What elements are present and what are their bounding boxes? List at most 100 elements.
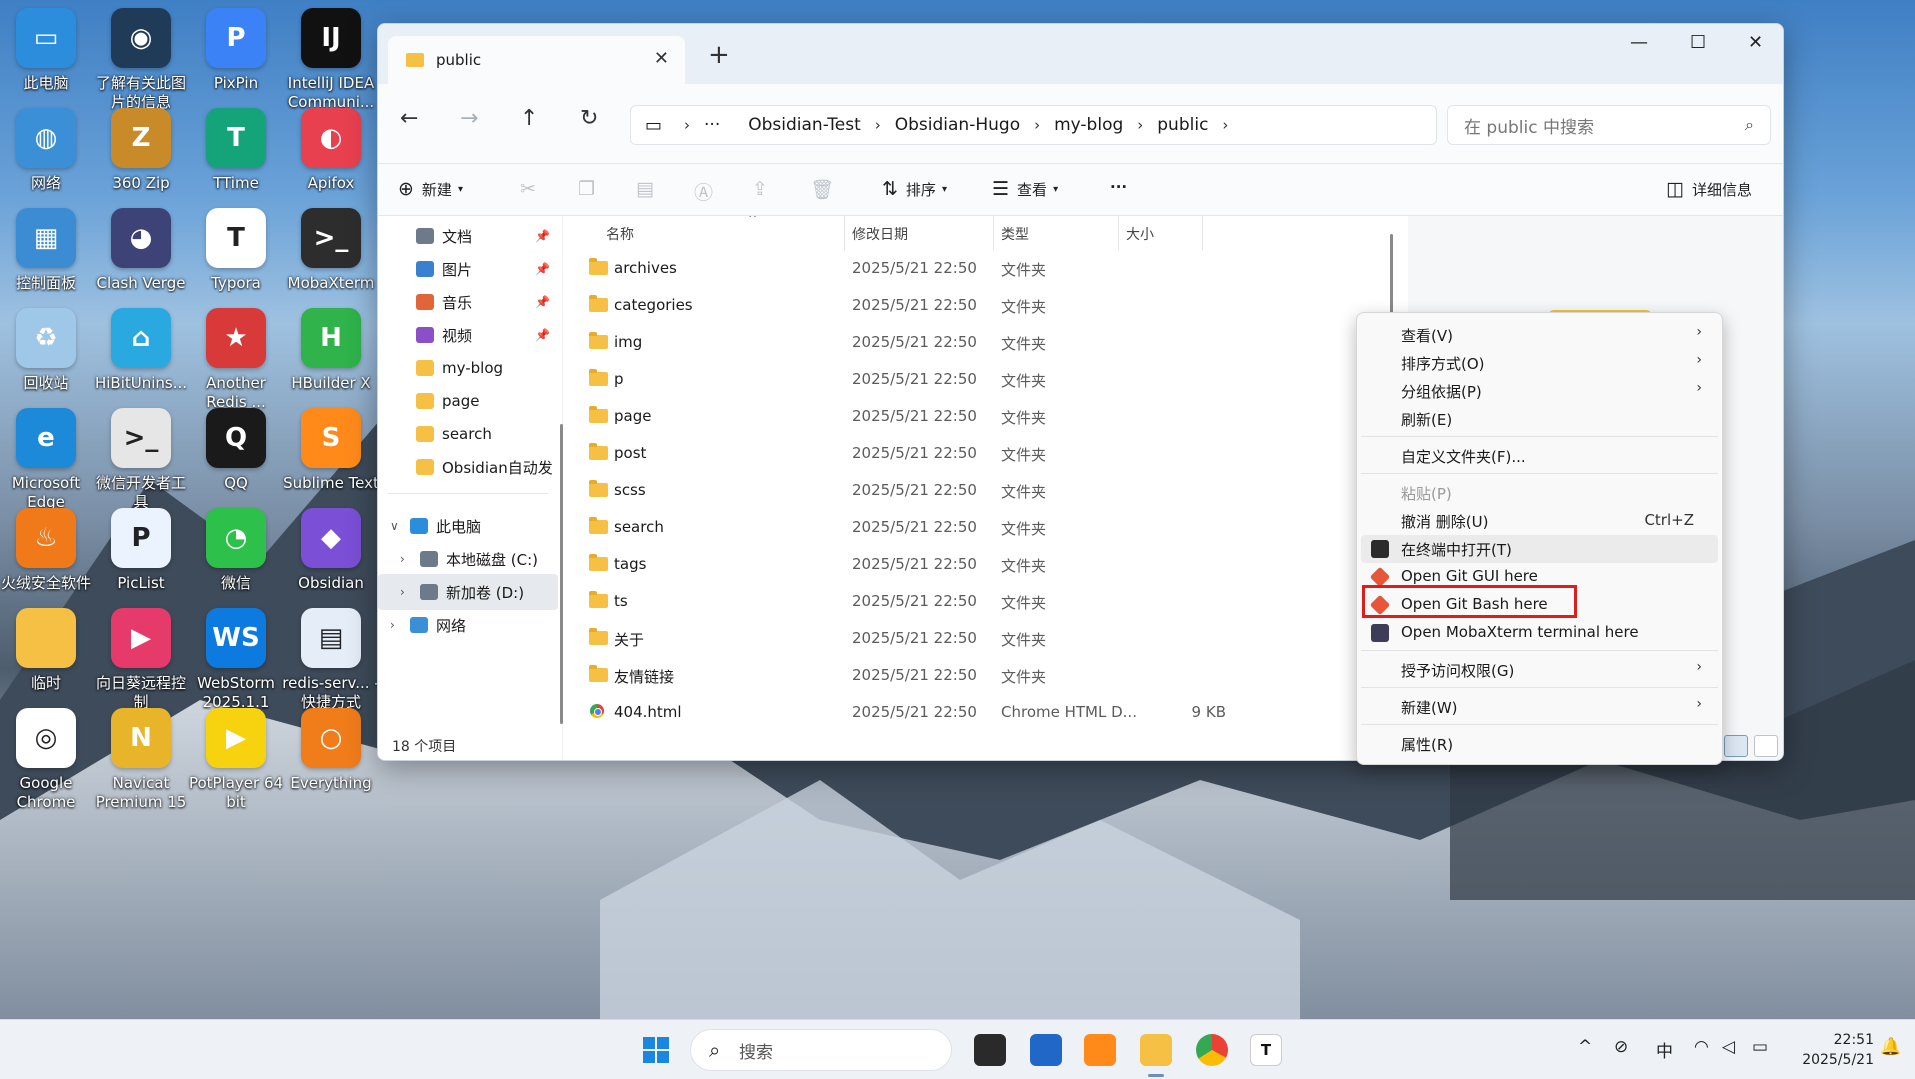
details-view-button[interactable] — [1724, 735, 1748, 757]
table-row[interactable]: 1743560735324174356073588.jpg2025/5/8 20… — [564, 731, 1394, 736]
desktop-icon[interactable]: Q QQ — [190, 408, 282, 518]
breadcrumb-separator[interactable]: › — [1222, 116, 1228, 134]
breadcrumb-ellipsis[interactable]: ··· — [704, 115, 720, 135]
desktop-icon[interactable]: ◐ Apifox — [285, 108, 377, 218]
ime-indicator[interactable]: 中 — [1656, 1037, 1673, 1062]
table-row[interactable]: 404.html 2025/5/21 22:50 Chrome HTML D... 9… — [564, 694, 1394, 731]
chrome-taskbar-icon[interactable] — [1196, 1034, 1228, 1066]
breadcrumb-segment[interactable]: Obsidian-Hugo — [895, 115, 1020, 135]
desktop-icon[interactable]: ◉ 了解有关此图片的信息 — [95, 8, 187, 118]
maximize-button[interactable]: ☐ — [1690, 32, 1706, 53]
desktop-icon[interactable]: ▶ 向日葵远程控制 — [95, 608, 187, 718]
cut-icon[interactable]: ✂ — [520, 178, 536, 200]
sidebar-item-drive-d[interactable]: › 新加卷 (D:) — [378, 574, 558, 610]
column-date[interactable]: 修改日期 — [852, 224, 908, 244]
more-options-button[interactable]: ··· — [1110, 178, 1127, 196]
menu-item[interactable]: 排序方式(O) › — [1361, 349, 1718, 377]
menu-item[interactable]: 授予访问权限(G) › — [1361, 656, 1718, 684]
desktop-icon[interactable]: ◍ 网络 — [0, 108, 92, 218]
sidebar-item[interactable]: 图片 📌 — [378, 251, 558, 287]
desktop-icon[interactable]: ◆ Obsidian — [285, 508, 377, 618]
search-input[interactable]: 在 public 中搜索 ⌕ — [1447, 105, 1771, 145]
table-row[interactable]: page 2025/5/21 22:50 文件夹 — [564, 398, 1394, 435]
details-pane-button[interactable]: ◫ 详细信息 — [1666, 178, 1752, 200]
close-button[interactable]: ✕ — [1748, 32, 1763, 53]
tab-close-icon[interactable]: ✕ — [654, 48, 669, 69]
desktop-icon[interactable]: ○ Everything — [285, 708, 377, 818]
copy-icon[interactable]: ❐ — [578, 178, 595, 200]
start-button[interactable] — [640, 1034, 672, 1066]
menu-item[interactable]: 自定义文件夹(F)... — [1361, 442, 1718, 470]
desktop-icon[interactable]: ◎ Google Chrome — [0, 708, 92, 818]
typora-taskbar-icon[interactable]: T — [1250, 1034, 1282, 1066]
desktop-icon[interactable]: ⌂ HiBitUnins... — [95, 308, 187, 418]
breadcrumb-segment[interactable]: my-blog — [1054, 115, 1123, 135]
desktop-icon[interactable]: ▤ redis-serv... - 快捷方式 — [282, 608, 380, 718]
table-row[interactable]: archives 2025/5/21 22:50 文件夹 — [564, 250, 1394, 287]
desktop-icon[interactable]: ◔ 微信 — [190, 508, 282, 618]
taskbar-search[interactable]: ⌕ 搜索 — [690, 1029, 952, 1071]
desktop-icon[interactable]: ♨ 火绒安全软件 — [0, 508, 92, 618]
breadcrumb-separator[interactable]: › — [1034, 116, 1040, 134]
desktop-icon[interactable]: ▭ 此电脑 — [0, 8, 92, 118]
store-icon[interactable] — [1030, 1034, 1062, 1066]
tab-public[interactable]: public ✕ — [388, 36, 685, 84]
breadcrumb-segment[interactable]: public — [1157, 115, 1208, 135]
desktop-icon[interactable]: ▦ 控制面板 — [0, 208, 92, 318]
desktop-icon[interactable]: P PixPin — [190, 8, 282, 118]
table-row[interactable]: post 2025/5/21 22:50 文件夹 — [564, 435, 1394, 472]
sidebar-item-network[interactable]: › 网络 — [378, 607, 558, 643]
breadcrumb-segment[interactable]: Obsidian-Test — [748, 115, 861, 135]
sidebar-item[interactable]: 文档 📌 — [378, 218, 558, 254]
sidebar-item[interactable]: Obsidian自动发 — [378, 449, 558, 485]
sidebar-item[interactable]: page — [378, 383, 558, 419]
minimize-button[interactable]: — — [1630, 32, 1648, 53]
show-hidden-icons-icon[interactable]: ^ — [1578, 1037, 1592, 1057]
table-row[interactable]: search 2025/5/21 22:50 文件夹 — [564, 509, 1394, 546]
desktop-icon[interactable]: T TTime — [190, 108, 282, 218]
sidebar-item[interactable]: search — [378, 416, 558, 452]
table-row[interactable]: ts 2025/5/21 22:50 文件夹 — [564, 583, 1394, 620]
menu-item[interactable]: 刷新(E) — [1361, 405, 1718, 433]
breadcrumb-separator[interactable]: › — [1137, 116, 1143, 134]
table-row[interactable]: img 2025/5/21 22:50 文件夹 — [564, 324, 1394, 361]
network-status-icon[interactable]: ⊘ — [1614, 1037, 1628, 1057]
rename-icon[interactable]: Ⓐ — [694, 178, 713, 205]
delete-icon[interactable]: 🗑 — [810, 178, 834, 201]
view-button[interactable]: ☰ 查看 ▾ — [992, 178, 1058, 200]
menu-item[interactable]: 在终端中打开(T) — [1361, 535, 1718, 563]
sidebar-item[interactable]: my-blog — [378, 350, 558, 386]
refresh-icon[interactable]: ↻ — [580, 106, 598, 131]
desktop-icon[interactable]: ▶ PotPlayer 64 bit — [189, 708, 283, 818]
desktop-icon[interactable]: >_ 微信开发者工具 — [95, 408, 187, 518]
desktop-icon[interactable]: ◕ Clash Verge — [95, 208, 187, 318]
sidebar-item[interactable]: 视频 📌 — [378, 317, 558, 353]
sublime-text-taskbar-icon[interactable] — [1084, 1034, 1116, 1066]
menu-item[interactable]: Open MobaXterm terminal here — [1361, 619, 1718, 647]
chevron-right-icon[interactable]: › — [400, 585, 405, 599]
paste-icon[interactable]: ▤ — [636, 178, 654, 200]
back-icon[interactable]: ← — [400, 106, 418, 131]
tiles-view-button[interactable] — [1754, 735, 1778, 757]
new-button[interactable]: ⊕ 新建 ▾ — [398, 178, 463, 200]
sort-button[interactable]: ⇅ 排序 ▾ — [882, 178, 947, 200]
file-explorer-taskbar-icon[interactable] — [1140, 1034, 1172, 1066]
up-icon[interactable]: ↑ — [520, 106, 538, 131]
table-row[interactable]: tags 2025/5/21 22:50 文件夹 — [564, 546, 1394, 583]
column-name[interactable]: 名称 — [606, 224, 634, 244]
desktop-icon[interactable]: e Microsoft Edge — [0, 408, 92, 518]
menu-item[interactable]: 粘贴(P) — [1361, 479, 1718, 507]
notification-icon[interactable]: 🔔 — [1880, 1037, 1901, 1057]
desktop-icon[interactable]: ★ Another Redis ... — [190, 308, 282, 418]
menu-item[interactable]: 分组依据(P) › — [1361, 377, 1718, 405]
wifi-icon[interactable]: ◠ — [1694, 1037, 1709, 1057]
table-row[interactable]: scss 2025/5/21 22:50 文件夹 — [564, 472, 1394, 509]
chevron-right-icon[interactable]: › — [390, 618, 395, 632]
battery-icon[interactable]: ▭ — [1752, 1037, 1768, 1057]
address-bar[interactable]: ▭ › ··· Obsidian-Test › Obsidian-Hugo › my-b… — [630, 105, 1437, 145]
desktop-icon[interactable]: >_ MobaXterm — [285, 208, 377, 318]
sidebar-scrollbar[interactable] — [560, 424, 563, 724]
desktop-icon[interactable]: ♻ 回收站 — [0, 308, 92, 418]
table-row[interactable]: 关于 2025/5/21 22:50 文件夹 — [564, 620, 1394, 657]
sidebar-item[interactable]: 音乐 📌 — [378, 284, 558, 320]
